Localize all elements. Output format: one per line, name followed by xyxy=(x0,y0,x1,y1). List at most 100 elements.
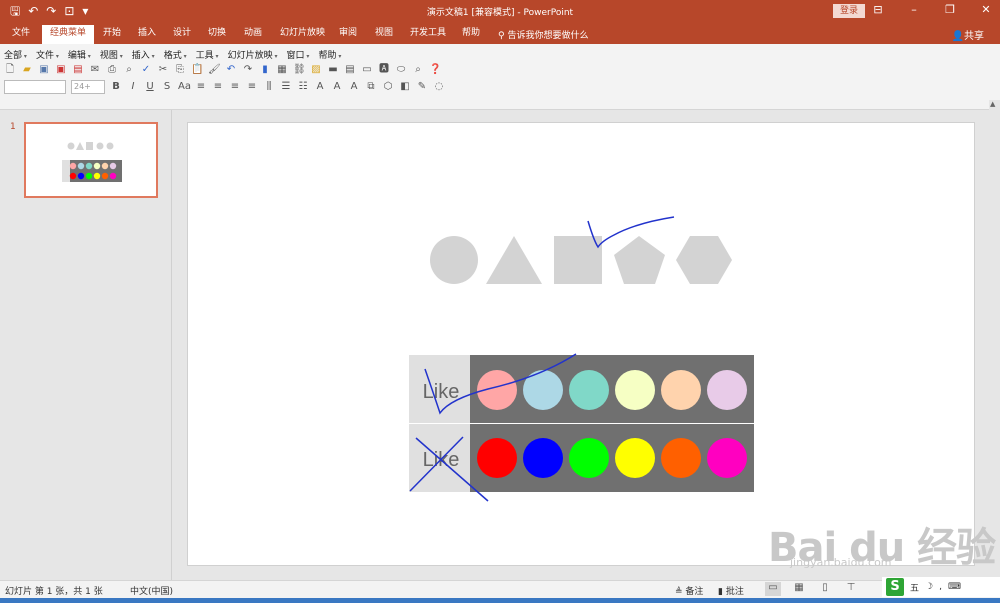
keyboard-icon[interactable]: ⌨ xyxy=(948,582,961,592)
change-case-icon[interactable]: Aa xyxy=(178,81,191,93)
sorter-view-icon[interactable]: ▦ xyxy=(791,582,807,596)
menu-file[interactable]: 文件 xyxy=(36,48,59,61)
menu-format[interactable]: 格式 xyxy=(164,48,187,61)
shape-pentagon[interactable] xyxy=(614,236,665,284)
tab-home[interactable]: 开始 xyxy=(103,26,121,44)
copy-icon[interactable]: ⎘ xyxy=(174,64,186,76)
tab-file[interactable]: 文件 xyxy=(12,26,30,44)
tab-design[interactable]: 设计 xyxy=(173,26,191,44)
strikethrough-icon[interactable]: S xyxy=(161,81,173,93)
vertical-scrollbar[interactable]: ▲ xyxy=(989,100,1000,580)
paste-icon[interactable]: 📋 xyxy=(191,64,203,76)
menu-edit[interactable]: 编辑 xyxy=(68,48,91,61)
pastel-circle-6[interactable] xyxy=(707,370,747,410)
shape-outline-icon[interactable]: ✎ xyxy=(416,81,428,93)
normal-view-icon[interactable]: ▭ xyxy=(765,582,781,596)
table-icon[interactable]: ▦ xyxy=(276,64,288,76)
tab-slideshow[interactable]: 幻灯片放映 xyxy=(280,26,325,44)
pastel-circle-3[interactable] xyxy=(569,370,609,410)
thumb-pastel-circle-3[interactable] xyxy=(85,162,93,170)
ribbon-display-icon[interactable]: ⊟ xyxy=(870,3,886,16)
shape-triangle[interactable] xyxy=(486,236,542,284)
shape-fill-icon[interactable]: ◧ xyxy=(399,81,411,93)
underline-icon[interactable]: U xyxy=(144,81,156,93)
bright-circle-5[interactable] xyxy=(661,438,701,478)
numbering-icon[interactable]: ☷ xyxy=(297,81,309,93)
zoom-icon[interactable]: ⌕ xyxy=(412,64,424,76)
font-name-input[interactable] xyxy=(4,80,66,94)
undo-icon[interactable]: ↶ xyxy=(225,64,237,76)
shape-square[interactable] xyxy=(554,236,602,284)
login-button[interactable]: 登录 xyxy=(833,4,865,18)
menu-window[interactable]: 窗口 xyxy=(287,48,310,61)
thumb-pastel-circle-1[interactable] xyxy=(69,162,77,170)
menu-all[interactable]: 全部 xyxy=(4,48,27,61)
menu-tools[interactable]: 工具 xyxy=(196,48,219,61)
tell-me-box[interactable]: ⚲ 告诉我你想要做什么 xyxy=(498,28,588,41)
minimize-icon[interactable]: – xyxy=(906,3,922,16)
mail-icon[interactable]: ✉ xyxy=(89,64,101,76)
pdf-icon[interactable]: ▤ xyxy=(72,64,84,76)
chart-icon[interactable]: ▮ xyxy=(259,64,271,76)
menu-insert[interactable]: 插入 xyxy=(132,48,155,61)
slide-layout-icon[interactable]: ▭ xyxy=(361,64,373,76)
menu-help[interactable]: 帮助 xyxy=(318,48,341,61)
bright-circle-4[interactable] xyxy=(615,438,655,478)
quick-styles-icon[interactable]: ⬡ xyxy=(382,81,394,93)
restore-icon[interactable]: ❐ xyxy=(942,3,958,16)
font-size-input[interactable]: 24+ xyxy=(71,80,105,94)
tab-review[interactable]: 审阅 xyxy=(339,26,357,44)
reading-view-icon[interactable]: ▯ xyxy=(817,582,833,596)
notes-button[interactable]: ≜ 备注 xyxy=(675,584,703,597)
shape-circle[interactable] xyxy=(430,236,478,284)
picture-icon[interactable]: ▨ xyxy=(310,64,322,76)
menu-view[interactable]: 视图 xyxy=(100,48,123,61)
format-painter-icon[interactable]: 🖌 xyxy=(208,64,221,76)
save-as-icon[interactable]: ▣ xyxy=(55,64,67,76)
thumb-pastel-circle-2[interactable] xyxy=(77,162,85,170)
ime-mode[interactable]: 五 xyxy=(910,581,919,594)
tab-animations[interactable]: 动画 xyxy=(244,26,262,44)
arrange-icon[interactable]: ⧉ xyxy=(365,81,377,93)
bright-circle-1[interactable] xyxy=(477,438,517,478)
hyperlink-icon[interactable]: ⛓ xyxy=(293,64,306,76)
layout-icon[interactable]: ▤ xyxy=(344,64,356,76)
pastel-circle-5[interactable] xyxy=(661,370,701,410)
thumb-bright-circle-1[interactable] xyxy=(69,172,77,180)
thumb-bright-circle-6[interactable] xyxy=(109,172,117,180)
thumb-pastel-circle-6[interactable] xyxy=(109,162,117,170)
print-icon[interactable]: ⎙ xyxy=(106,64,118,76)
shape-hexagon[interactable] xyxy=(676,236,732,284)
spelling-icon[interactable]: ✓ xyxy=(140,64,152,76)
new-file-icon[interactable]: 🗋 xyxy=(4,64,16,76)
bold-icon[interactable]: B xyxy=(110,81,122,93)
thumb-bright-circle-3[interactable] xyxy=(85,172,93,180)
thumb-bright-circle-4[interactable] xyxy=(93,172,101,180)
line-style-icon[interactable]: ▬ xyxy=(327,64,339,76)
close-icon[interactable]: ✕ xyxy=(978,3,994,16)
decrease-font-icon[interactable]: A xyxy=(348,81,360,93)
bright-circle-2[interactable] xyxy=(523,438,563,478)
open-folder-icon[interactable]: ▰ xyxy=(21,64,33,76)
scroll-up-icon[interactable]: ▲ xyxy=(990,100,995,108)
pastel-circle-2[interactable] xyxy=(523,370,563,410)
font-color-icon[interactable]: A xyxy=(314,81,326,93)
bright-circle-6[interactable] xyxy=(707,438,747,478)
increase-font-icon[interactable]: A xyxy=(331,81,343,93)
columns-icon[interactable]: ⫼ xyxy=(263,81,275,93)
cut-icon[interactable]: ✂ xyxy=(157,64,169,76)
shapes-icon[interactable]: ⬭ xyxy=(395,64,407,76)
redo-icon[interactable]: ↷ xyxy=(242,64,254,76)
align-left-icon[interactable]: ≡ xyxy=(195,81,207,93)
slide-thumbnail[interactable] xyxy=(24,122,158,198)
tab-insert[interactable]: 插入 xyxy=(138,26,156,44)
text-box-icon[interactable]: 🅰 xyxy=(378,64,390,76)
language-indicator[interactable]: 中文(中国) xyxy=(130,584,173,597)
help-icon[interactable]: ❓ xyxy=(429,64,441,76)
shape-effects-icon[interactable]: ◌ xyxy=(433,81,445,93)
thumb-bright-circle-2[interactable] xyxy=(77,172,85,180)
share-button[interactable]: 👤共享 xyxy=(952,27,984,42)
punctuation-icon[interactable]: , xyxy=(939,582,942,592)
pastel-circle-4[interactable] xyxy=(615,370,655,410)
slideshow-view-icon[interactable]: ⊤ xyxy=(843,582,859,596)
